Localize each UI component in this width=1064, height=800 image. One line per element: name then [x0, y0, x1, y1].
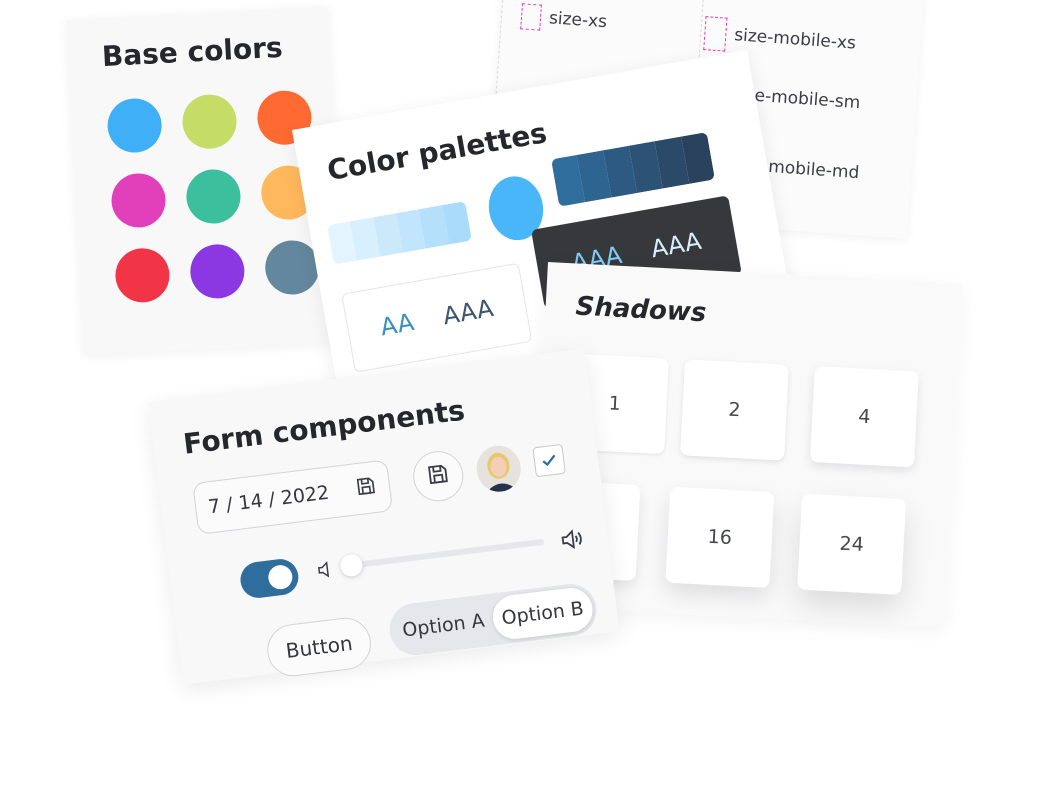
size-label: size-xs — [548, 8, 608, 33]
shadow-level-label: 16 — [707, 525, 733, 549]
color-swatch[interactable] — [106, 97, 163, 154]
shadow-level-label: 1 — [608, 392, 622, 415]
volume-slider[interactable] — [339, 538, 545, 578]
shadow-level-label: 24 — [838, 532, 865, 556]
segment-option-a-label: Option A — [401, 609, 486, 642]
shadows-title: Shadows — [574, 291, 708, 329]
toggle-switch[interactable] — [238, 557, 301, 600]
color-swatch[interactable] — [114, 246, 171, 304]
contrast-aaa-label: AAA — [440, 294, 496, 331]
color-swatch[interactable] — [181, 93, 238, 151]
shadow-level-label: 2 — [727, 398, 742, 422]
segment-option-a[interactable]: Option A — [391, 598, 496, 654]
save-icon[interactable] — [354, 474, 379, 502]
size-box — [520, 3, 542, 31]
shadow-tile: 24 — [797, 493, 907, 595]
shadow-tile: 2 — [680, 359, 789, 461]
toggle-knob — [266, 563, 294, 591]
dark-palette-strip — [551, 132, 715, 207]
contrast-aaa-label: AAA — [648, 226, 704, 264]
segment-option-b[interactable]: Option B — [490, 585, 596, 642]
date-field[interactable]: 7 / 14 / 2022 — [192, 459, 394, 535]
volume-low-icon[interactable] — [315, 558, 338, 585]
checkbox[interactable] — [532, 443, 566, 478]
contrast-sample-light: AA AAA — [341, 262, 533, 373]
avatar[interactable] — [474, 443, 524, 495]
size-item: size-xs — [520, 3, 608, 35]
save-icon-button[interactable] — [410, 448, 467, 505]
form-components-card: Form components 7 / 14 / 2022 Button Opt… — [148, 348, 620, 685]
checkmark-icon — [542, 454, 556, 467]
date-field-value: 7 / 14 / 2022 — [206, 481, 331, 519]
shadow-tile: 16 — [665, 486, 775, 589]
primary-button[interactable]: Button — [264, 614, 374, 680]
size-box — [703, 16, 728, 52]
color-swatch[interactable] — [188, 243, 246, 300]
form-components-title: Form components — [181, 393, 467, 461]
volume-slider-thumb[interactable] — [339, 553, 364, 578]
light-palette-strip — [327, 201, 472, 265]
shadow-tile: 4 — [809, 366, 919, 468]
color-swatch[interactable] — [185, 168, 242, 225]
segment-option-b-label: Option B — [500, 597, 585, 630]
base-colors-title: Base colors — [101, 30, 284, 74]
color-swatch[interactable] — [110, 172, 167, 229]
save-icon — [425, 461, 452, 492]
shadow-level-label: 4 — [857, 405, 871, 429]
contrast-aa-label: AA — [378, 308, 417, 342]
segmented-control: Option A Option B — [386, 581, 600, 659]
button-label: Button — [284, 630, 354, 663]
size-label: size-mobile-xs — [733, 25, 857, 54]
volume-high-icon[interactable] — [559, 526, 586, 558]
